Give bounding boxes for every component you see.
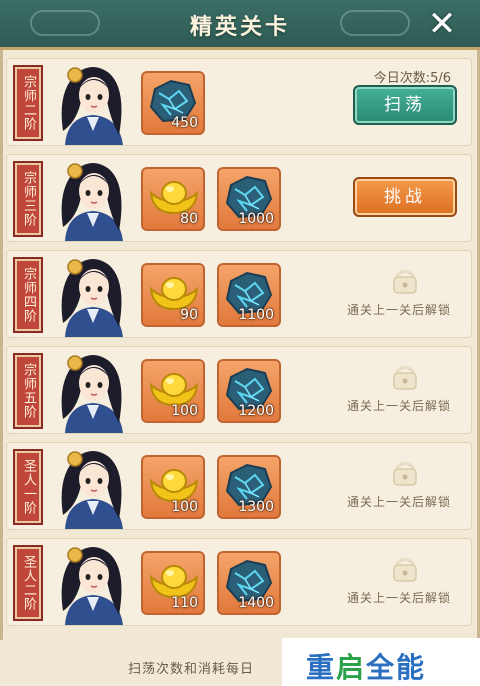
- reward-gold[interactable]: 100: [141, 359, 205, 423]
- locked-hint: 通关上一关后解锁: [346, 303, 451, 317]
- reward-gem[interactable]: 1100: [217, 263, 281, 327]
- reward-gem[interactable]: 1300: [217, 455, 281, 519]
- reward-gem[interactable]: 1400: [217, 551, 281, 615]
- rank-tag: 圣人二阶: [13, 545, 43, 621]
- boss-portrait: [47, 541, 139, 625]
- daily-attempts: 今日次数:5/6: [373, 71, 451, 86]
- rank-tag: 圣人一阶: [13, 449, 43, 525]
- lock-icon: [391, 361, 419, 391]
- reward-gold[interactable]: 100: [141, 455, 205, 519]
- reward-quantity: 1300: [238, 499, 274, 515]
- reward-gem[interactable]: 1200: [217, 359, 281, 423]
- challenge-button[interactable]: 挑战: [353, 177, 457, 217]
- rank-tag: 宗师三阶: [13, 161, 43, 237]
- watermark-text: 重启全能: [306, 651, 427, 684]
- stage-row: 圣人一阶 100 1300 通关上一关后解锁: [6, 442, 472, 530]
- stage-row: 宗师四阶 90 1100 通关上一关后解锁: [6, 250, 472, 338]
- sweep-button[interactable]: 扫荡: [353, 85, 457, 125]
- stage-row: 宗师五阶 100 1200 通关上一关后解锁: [6, 346, 472, 434]
- rank-tag: 宗师五阶: [13, 353, 43, 429]
- locked-hint: 通关上一关后解锁: [346, 495, 451, 509]
- stage-row: 宗师三阶 80 1000 挑战: [6, 154, 472, 242]
- page-title: 精英关卡: [189, 14, 290, 40]
- reward-gold[interactable]: 110: [141, 551, 205, 615]
- reward-quantity: 80: [180, 211, 198, 227]
- reward-gold[interactable]: 90: [141, 263, 205, 327]
- reward-quantity: 90: [180, 307, 198, 323]
- rank-tag: 宗师四阶: [13, 257, 43, 333]
- reward-quantity: 110: [171, 595, 198, 611]
- boss-portrait: [47, 253, 139, 337]
- reward-gem[interactable]: 1000: [217, 167, 281, 231]
- boss-portrait: [47, 157, 139, 241]
- reward-gold[interactable]: 80: [141, 167, 205, 231]
- reward-quantity: 450: [171, 115, 198, 131]
- header-bar: 精英关卡 ✕: [0, 0, 480, 50]
- boss-portrait: [47, 349, 139, 433]
- rank-tag: 宗师二阶: [13, 65, 43, 141]
- reward-quantity: 1100: [238, 307, 274, 323]
- lock-icon: [391, 553, 419, 583]
- footer-note: 扫荡次数和消耗每日: [128, 662, 255, 677]
- stage-row: 圣人二阶 110 1400 通关上一关后解锁: [6, 538, 472, 626]
- reward-quantity: 1200: [238, 403, 274, 419]
- reward-gem[interactable]: 450: [141, 71, 205, 135]
- boss-portrait: [47, 445, 139, 529]
- stage-row: 宗师二阶 450 今日次数:5/6 扫荡: [6, 58, 472, 146]
- close-button[interactable]: ✕: [424, 6, 460, 42]
- reward-quantity: 100: [171, 403, 198, 419]
- lock-icon: [391, 265, 419, 295]
- boss-portrait: [47, 61, 139, 145]
- locked-hint: 通关上一关后解锁: [346, 591, 451, 605]
- reward-quantity: 1400: [238, 595, 274, 611]
- locked-hint: 通关上一关后解锁: [346, 399, 451, 413]
- reward-quantity: 100: [171, 499, 198, 515]
- reward-quantity: 1000: [238, 211, 274, 227]
- lock-icon: [391, 457, 419, 487]
